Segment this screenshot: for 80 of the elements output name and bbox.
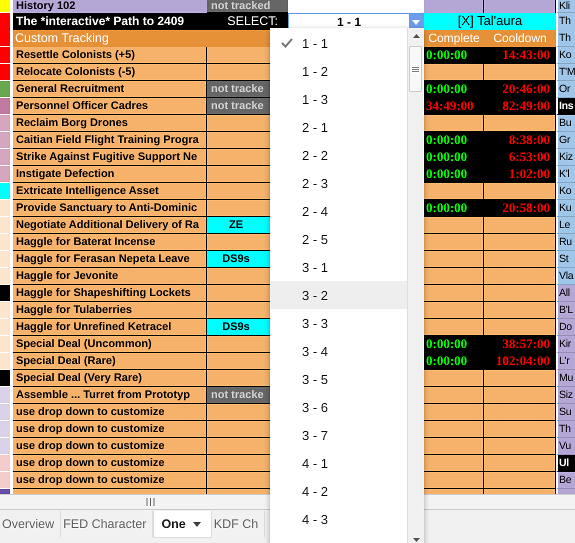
task-name: use drop down to customize [13,455,207,472]
task-name: use drop down to customize [13,438,207,455]
tracking-status: not tracked [207,0,288,13]
task-name: Haggle for Tulaberries [13,302,207,319]
complete-time: 0:00:00 [424,132,484,149]
side-cell: Ul [556,455,575,472]
side-cell: Ins [556,98,575,115]
side-cell: St [556,251,575,268]
complete-time: 0:00:00 [424,200,484,217]
side-cell: Be [556,472,575,489]
cooldown-time: 20:58:00 [484,200,556,217]
side-cell: Th [556,13,575,31]
side-cell: Ru [556,234,575,251]
side-cell: Vla [556,268,575,285]
cooldown-time: 38:57:00 [484,336,556,353]
cooldown-time: 1:02:00 [484,166,556,183]
task-name: Reclaim Borg Drones [13,115,207,132]
complete-time: 34:49:00 [424,98,484,115]
side-cell: All [556,285,575,302]
side-cell: T'M [556,64,575,81]
task-name: Haggle for Unrefined Ketracel [13,319,207,336]
complete-time: 0:00:00 [424,149,484,166]
side-cell: Th [556,30,575,47]
side-cell: Kli [556,0,575,13]
task-name: Instigate Defection [13,166,207,183]
row-label: History 102 [13,0,207,13]
task-name: Special Deal (Very Rare) [13,370,207,387]
task-name: Relocate Colonists (-5) [13,64,207,81]
task-name: General Recruitment [13,81,207,98]
task-name: Special Deal (Uncommon) [13,336,207,353]
side-cell: K'l [556,166,575,183]
task-name: Caitian Field Flight Training Progra [13,132,207,149]
task-name: Haggle for Ferasan Nepeta Leave [13,251,207,268]
side-cell: Kiz [556,149,575,166]
cooldown-time: 8:38:00 [484,132,556,149]
task-name: Personnel Officer Cadres [13,98,207,115]
cooldown-time: 82:49:00 [484,98,556,115]
side-cell: Su [556,404,575,421]
side-cell: Mu [556,370,575,387]
complete-time: 0:00:00 [424,47,484,64]
task-name: use drop down to customize [13,404,207,421]
task-name: Assemble ... Turret from Prototyp [13,387,207,404]
task-name: Resettle Colonists (+5) [13,47,207,64]
side-cell: Ko [556,47,575,64]
side-cell: Vu [556,438,575,455]
task-name: Provide Sanctuary to Anti-Dominic [13,200,207,217]
sheet-title: The *interactive* Path to 2409 [13,13,207,31]
task-name: Extricate Intelligence Asset [13,183,207,200]
side-cell: Siz [556,387,575,404]
side-cell: L'r [556,353,575,370]
task-name: Special Deal (Rare) [13,353,207,370]
side-cell: Gr [556,132,575,149]
cooldown-time: 20:46:00 [484,81,556,98]
cooldown-time: 6:53:00 [484,149,556,166]
task-name: Haggle for Shapeshifting Lockets [13,285,207,302]
complete-time: 0:00:00 [424,166,484,183]
cooldown-time: 102:04:00 [484,353,556,370]
cooldown-time: 14:43:00 [484,47,556,64]
task-name: Haggle for Baterat Incense [13,234,207,251]
column-header: Complete [424,30,484,47]
side-cell: Ku [556,200,575,217]
task-name: Negotiate Additional Delivery of Ra [13,217,207,234]
side-cell: Kir [556,336,575,353]
side-cell: Th [556,421,575,438]
task-name: Haggle for Jevonite [13,268,207,285]
side-cell: Do [556,319,575,336]
select-label: SELECT: [207,13,288,31]
complete-time: 0:00:00 [424,336,484,353]
side-cell: Ko [556,183,575,200]
column-header: Cooldown [484,30,556,47]
task-name: use drop down to customize [13,421,207,438]
side-cell: B'L [556,302,575,319]
side-cell: Le [556,217,575,234]
complete-time: 0:00:00 [424,81,484,98]
side-cell: Or [556,81,575,98]
side-cell: Bu [556,115,575,132]
faction-cell: [X] Tal'aura [424,13,556,31]
complete-time: 0:00:00 [424,353,484,370]
task-name: Strike Against Fugitive Support Ne [13,149,207,166]
task-name: use drop down to customize [13,472,207,489]
